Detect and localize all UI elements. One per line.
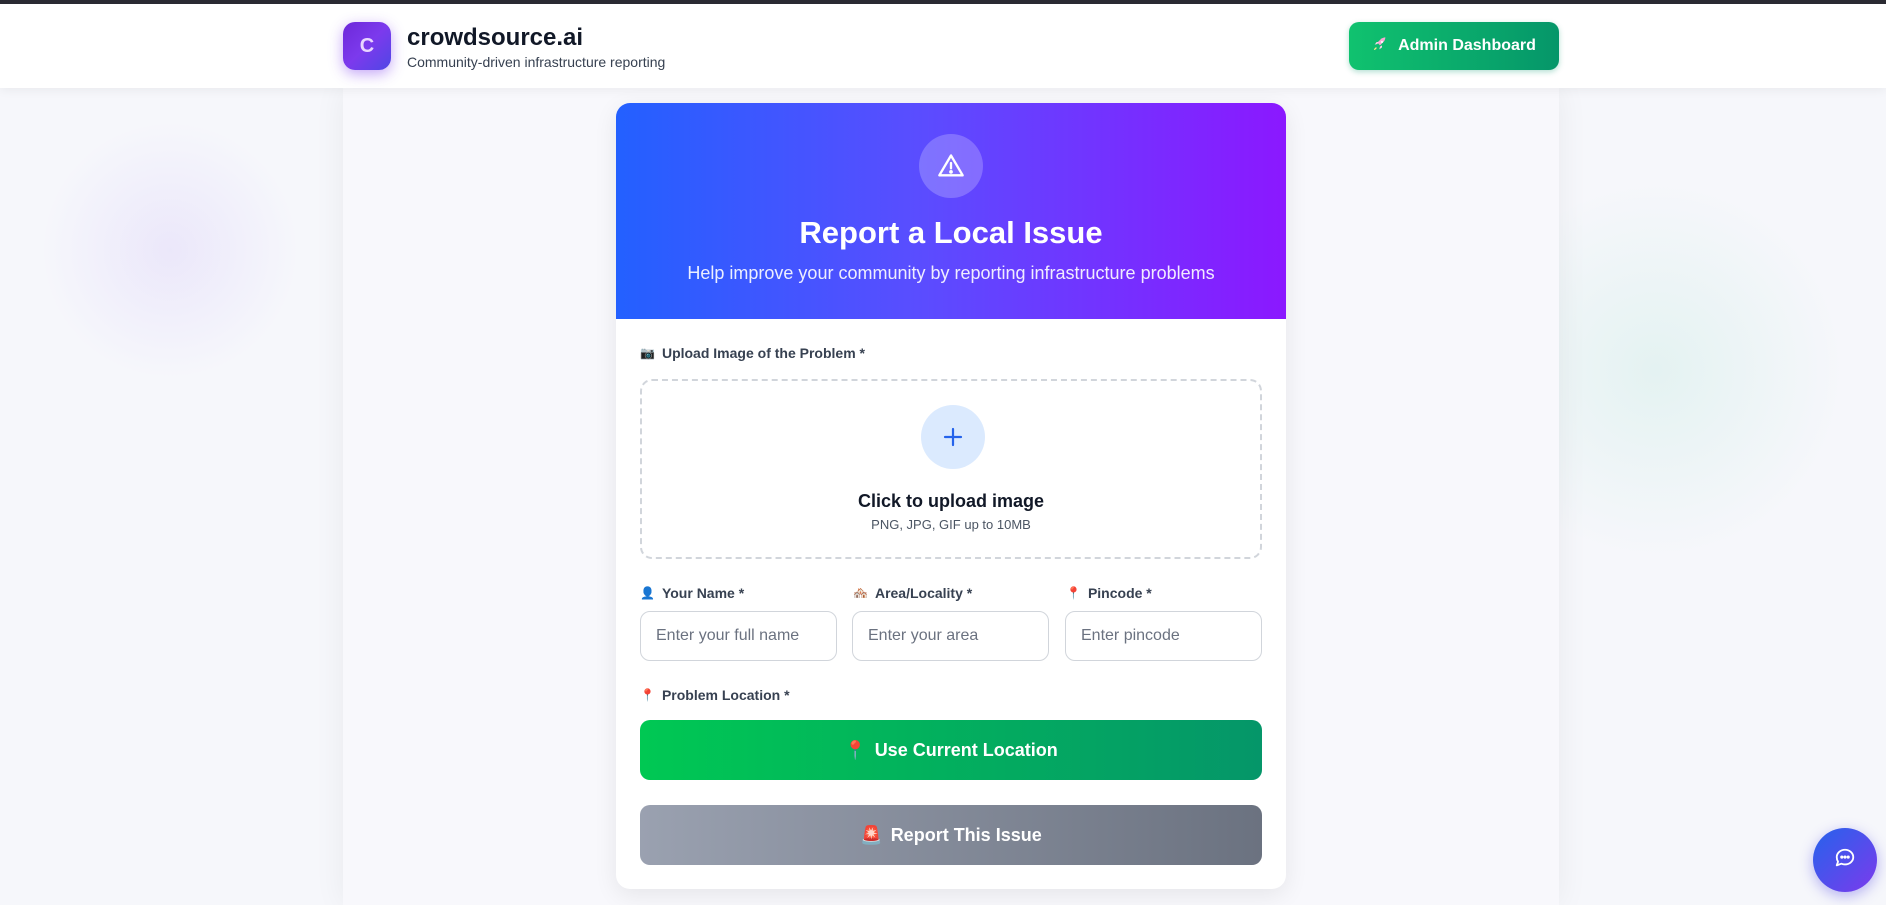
name-label-text: Your Name *	[661, 585, 745, 601]
houses-icon: 🏘️	[853, 586, 868, 600]
admin-dashboard-label: Admin Dashboard	[1398, 37, 1536, 54]
pin-icon: 📍	[1066, 586, 1081, 600]
image-upload-dropzone[interactable]: Click to upload image PNG, JPG, GIF up t…	[640, 379, 1262, 559]
location-label: 📍 Problem Location *	[640, 687, 790, 703]
report-issue-button[interactable]: 🚨 Report This Issue	[640, 805, 1262, 865]
pincode-input[interactable]	[1065, 611, 1262, 661]
upload-title: Click to upload image	[857, 491, 1045, 511]
name-label: 👤 Your Name *	[640, 585, 744, 601]
location-label-text: Problem Location *	[661, 687, 790, 703]
upload-label-text: Upload Image of the Problem *	[661, 345, 865, 361]
report-issue-card: Report a Local Issue Help improve your c…	[616, 103, 1286, 889]
upload-label: 📷 Upload Image of the Problem *	[640, 345, 865, 361]
report-issue-label: Report This Issue	[890, 824, 1042, 845]
page-title: Report a Local Issue	[799, 215, 1103, 250]
app-header: C crowdsource.ai Community-driven infras…	[0, 4, 1886, 88]
plus-icon	[921, 405, 985, 469]
brand-name[interactable]: crowdsource.ai	[407, 24, 583, 52]
use-current-location-button[interactable]: 📍 Use Current Location	[640, 720, 1262, 780]
hero-banner: Report a Local Issue Help improve your c…	[616, 103, 1286, 319]
siren-icon: 🚨	[860, 824, 883, 845]
name-input[interactable]	[640, 611, 837, 661]
area-label-text: Area/Locality *	[874, 585, 973, 601]
map-pin-icon: 📍	[844, 739, 867, 760]
chat-button[interactable]	[1813, 828, 1877, 892]
page-subtitle: Help improve your community by reporting…	[687, 263, 1215, 283]
logo-letter: C	[359, 34, 375, 57]
brand-logo[interactable]: C	[343, 22, 391, 70]
upload-hint: PNG, JPG, GIF up to 10MB	[871, 517, 1031, 532]
area-label: 🏘️ Area/Locality *	[853, 585, 972, 601]
admin-dashboard-button[interactable]: Admin Dashboard	[1349, 22, 1559, 70]
use-current-location-label: Use Current Location	[874, 739, 1058, 760]
location-pin-icon: 📍	[640, 688, 655, 702]
pincode-label: 📍 Pincode *	[1066, 585, 1152, 601]
camera-icon: 📷	[640, 346, 655, 360]
chat-bubble-icon	[1834, 847, 1856, 874]
background-glow-left	[40, 120, 300, 380]
warning-triangle-icon	[919, 134, 983, 198]
rocket-icon	[1372, 36, 1388, 57]
person-icon: 👤	[640, 586, 655, 600]
area-input[interactable]	[852, 611, 1049, 661]
pincode-label-text: Pincode *	[1087, 585, 1152, 601]
brand-tagline: Community-driven infrastructure reportin…	[407, 54, 666, 70]
